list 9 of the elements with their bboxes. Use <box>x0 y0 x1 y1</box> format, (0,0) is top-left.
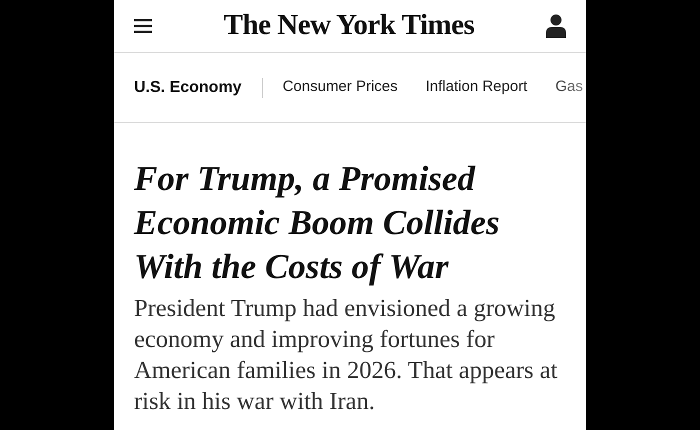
user-icon[interactable] <box>546 14 566 38</box>
section-link[interactable]: Gas <box>555 76 583 99</box>
article-headline: For Trump, a Promised Economic Boom Collides With the Costs of War <box>134 158 501 288</box>
site-logo[interactable]: The New York Times <box>224 4 474 48</box>
article-summary: President Trump had envisioned a growing economy and improving fortunes for American families in 2026. That appears at risk in his war with Iran. <box>134 294 558 417</box>
section-link[interactable]: Inflation Report <box>426 76 528 99</box>
menu-icon[interactable] <box>134 19 152 33</box>
section-link[interactable]: Consumer Prices <box>282 76 398 99</box>
section-title[interactable]: U.S. Economy <box>134 76 242 100</box>
